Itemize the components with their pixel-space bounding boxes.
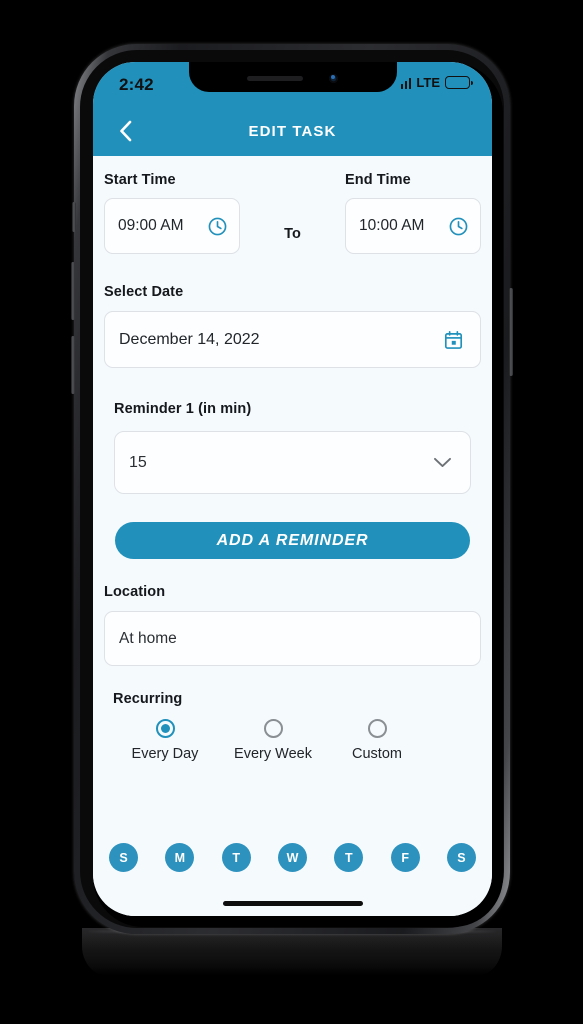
battery-icon: [445, 76, 473, 89]
start-time-value: 09:00 AM: [118, 217, 184, 234]
end-time-label: End Time: [344, 172, 411, 188]
display-notch: [188, 62, 397, 92]
signal-bars-icon: [400, 77, 412, 89]
reminder-group: Reminder 1 (in min) 15: [104, 401, 481, 494]
weekday-selector: S M T W T F S: [93, 843, 492, 872]
network-type-label: LTE: [416, 75, 440, 90]
recurring-option-custom[interactable]: Custom: [329, 719, 425, 762]
weekday-chip-sunday[interactable]: S: [109, 843, 138, 872]
weekday-chip-saturday[interactable]: S: [446, 843, 476, 872]
select-date-group: Select Date December 14, 2022: [104, 284, 481, 368]
location-input[interactable]: At home: [104, 611, 481, 666]
start-time-input[interactable]: 09:00 AM: [104, 198, 240, 254]
weekday-chip-thursday[interactable]: T: [334, 843, 364, 872]
chevron-left-icon: [120, 120, 132, 142]
recurring-option-label: Every Week: [234, 746, 312, 762]
phone-shadow: [82, 928, 502, 976]
status-bar-clock: 2:42: [119, 75, 154, 94]
chevron-down-icon: [434, 457, 451, 468]
location-label: Location: [104, 584, 166, 600]
end-time-input[interactable]: 10:00 AM: [344, 198, 481, 254]
start-time-group: Start Time 09:00 AM: [104, 172, 240, 254]
app-bar: EDIT TASK: [93, 106, 492, 156]
front-camera-icon: [329, 73, 338, 83]
recurring-option-label: Custom: [352, 746, 402, 762]
power-button[interactable]: [509, 288, 513, 376]
reminder-select[interactable]: 15: [114, 431, 471, 494]
radio-icon-unchecked: [263, 719, 283, 738]
mute-switch-button[interactable]: [72, 202, 76, 232]
recurring-label: Recurring: [113, 691, 183, 707]
page-title: EDIT TASK: [248, 122, 337, 140]
screenshot-stage: 2:42 LTE EDIT TASK Start Time 09:00 AM T…: [0, 0, 583, 1024]
end-time-group: End Time 10:00 AM: [344, 172, 481, 254]
select-date-input[interactable]: December 14, 2022: [104, 311, 481, 368]
location-value: At home: [119, 629, 177, 647]
back-button[interactable]: [111, 117, 139, 145]
phone-screen: 2:42 LTE EDIT TASK Start Time 09:00 AM T…: [93, 62, 492, 916]
weekday-chip-monday[interactable]: M: [165, 843, 195, 872]
recurring-options: Every Day Every Week Custom: [113, 719, 481, 762]
earpiece-speaker-icon: [247, 75, 303, 81]
recurring-option-every-week[interactable]: Every Week: [217, 719, 329, 762]
recurring-option-every-day[interactable]: Every Day: [113, 719, 217, 762]
radio-icon-checked: [155, 719, 175, 738]
recurring-option-label: Every Day: [131, 746, 199, 762]
recurring-group: Recurring Every Day Every Week Custom: [104, 691, 481, 762]
select-date-value: December 14, 2022: [119, 330, 260, 348]
end-time-value: 10:00 AM: [358, 217, 425, 234]
reminder-value: 15: [129, 453, 147, 471]
volume-up-button[interactable]: [71, 262, 75, 320]
status-bar: 2:42 LTE: [93, 62, 492, 106]
start-time-label: Start Time: [104, 172, 176, 188]
reminder-label: Reminder 1 (in min): [114, 401, 252, 417]
clock-icon: [449, 217, 468, 235]
status-bar-indicators: LTE: [400, 75, 473, 90]
location-group: Location At home: [104, 584, 481, 666]
radio-icon-unchecked: [367, 719, 387, 738]
time-separator-label: To: [284, 226, 301, 242]
add-reminder-row: ADD A REMINDER: [104, 522, 481, 559]
time-range-row: Start Time 09:00 AM To End Time 10:00 AM: [104, 156, 481, 254]
volume-down-button[interactable]: [71, 336, 75, 394]
home-indicator[interactable]: [222, 901, 363, 906]
add-reminder-button[interactable]: ADD A REMINDER: [115, 522, 470, 559]
calendar-icon: [444, 330, 463, 349]
weekday-chip-tuesday[interactable]: T: [221, 843, 251, 872]
clock-icon: [208, 217, 227, 235]
weekday-chip-wednesday[interactable]: W: [277, 843, 307, 872]
weekday-chip-friday[interactable]: F: [390, 843, 420, 872]
edit-task-form: Start Time 09:00 AM To End Time 10:00 AM: [93, 156, 492, 916]
select-date-label: Select Date: [104, 284, 184, 300]
